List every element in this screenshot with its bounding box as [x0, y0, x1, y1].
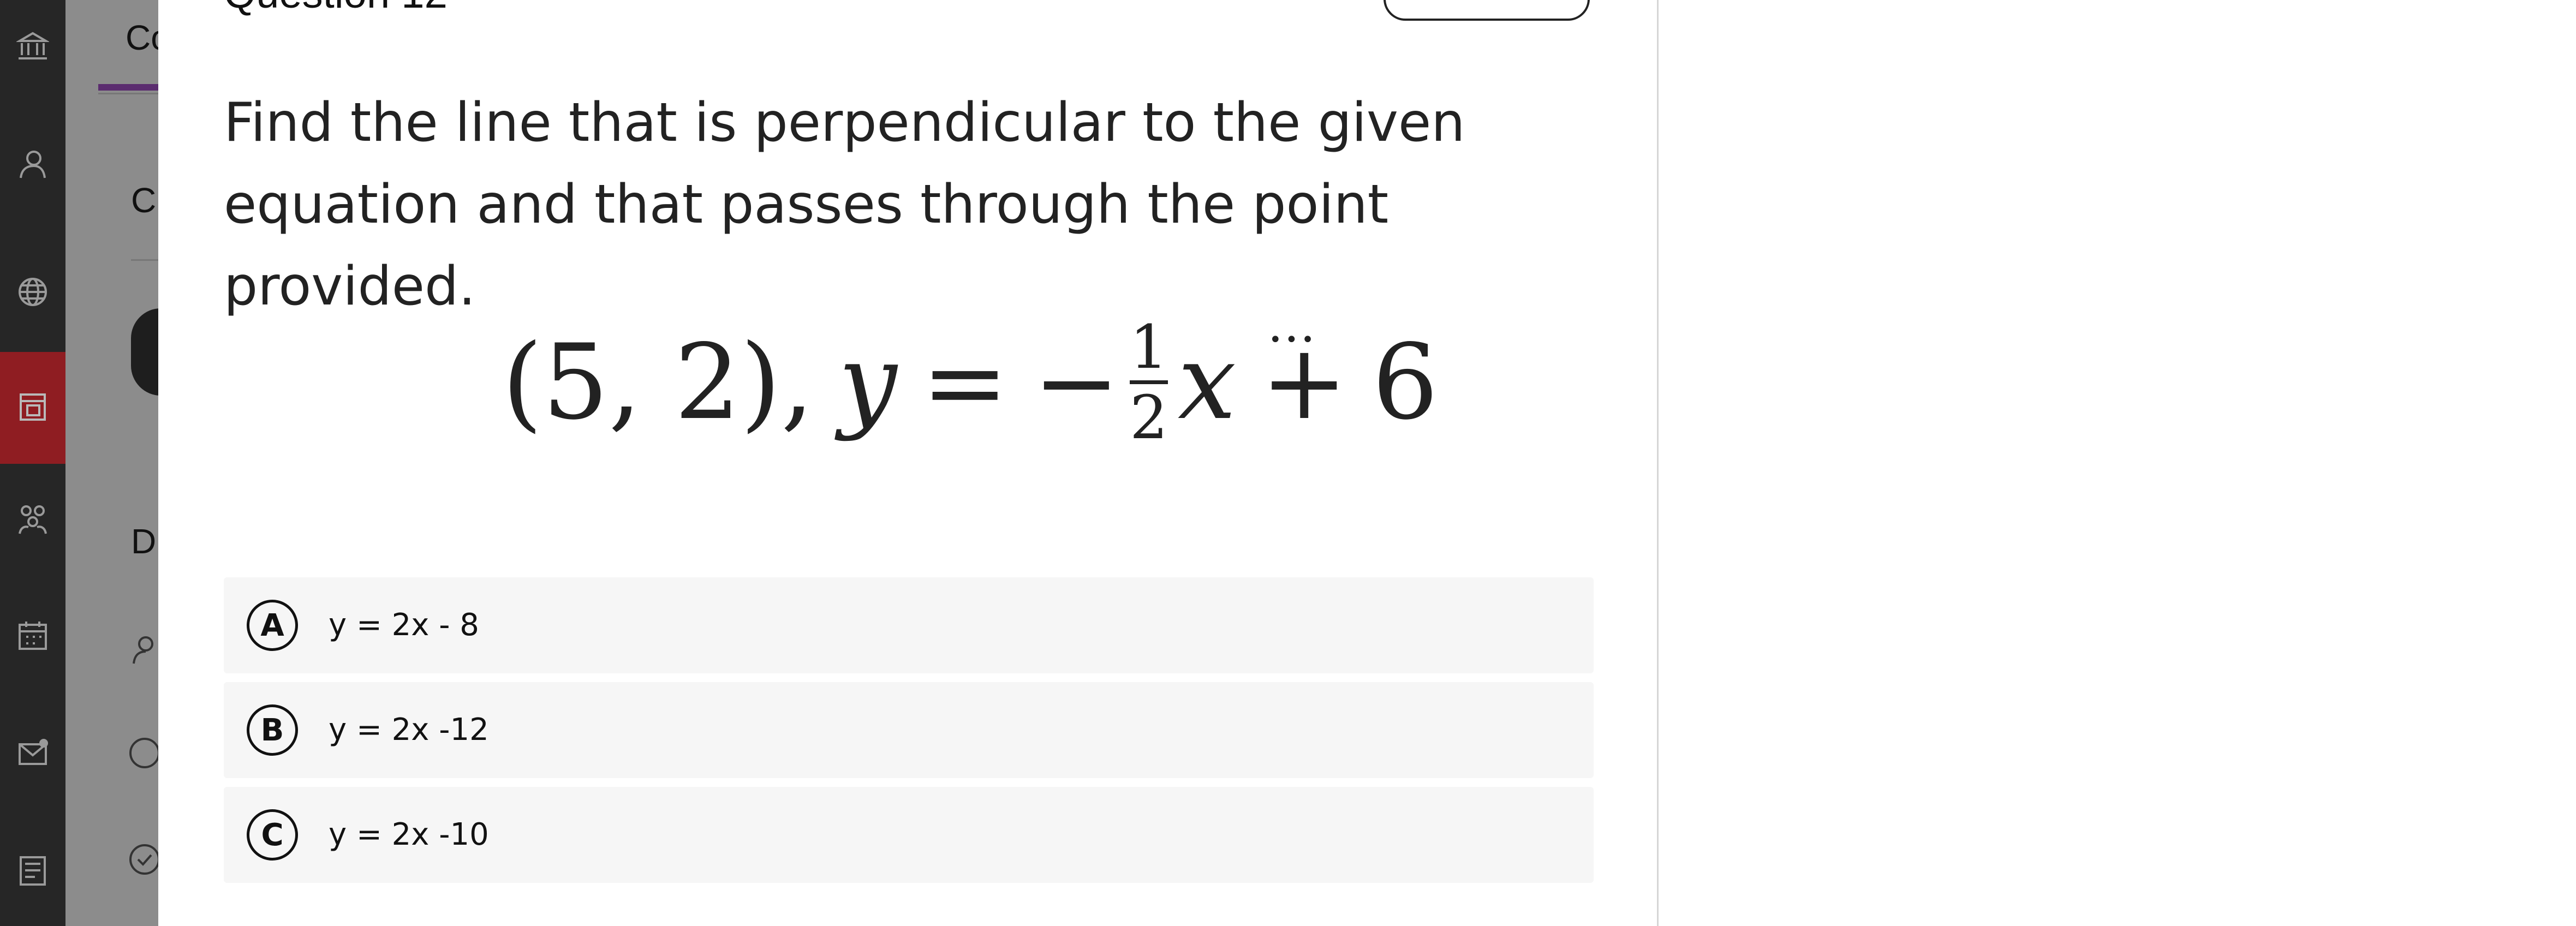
- option-text: y = 2x - 8: [329, 607, 479, 643]
- background-divider: [98, 93, 158, 94]
- option-text: y = 2x -12: [329, 712, 489, 748]
- background-divider: [131, 259, 158, 261]
- question-panel: Question 12 Find the line that is perpen…: [158, 0, 1659, 926]
- equation-point: (5, 2): [502, 321, 781, 443]
- option-letter-badge: B: [247, 704, 298, 756]
- calendar-icon[interactable]: [16, 619, 49, 652]
- equation-sign: −: [1033, 321, 1120, 443]
- equation-equals: =: [921, 321, 1009, 443]
- equation-menu-dots-icon[interactable]: •••: [1269, 327, 1317, 353]
- fraction-numerator: 1: [1129, 312, 1168, 382]
- groups-icon[interactable]: [16, 502, 49, 535]
- option-letter-badge: A: [247, 600, 298, 651]
- background-round-button: [131, 308, 158, 396]
- panel-top-button[interactable]: [1384, 0, 1590, 21]
- question-heading: Question 12: [224, 0, 448, 17]
- background-section-d: D: [131, 522, 157, 561]
- question-prompt: Find the line that is perpendicular to t…: [224, 92, 1465, 318]
- profile-icon[interactable]: [16, 147, 49, 180]
- option-text: y = 2x -10: [329, 817, 489, 852]
- equation-fraction: 1 2: [1129, 312, 1168, 452]
- option-letter-badge: C: [247, 809, 298, 861]
- info-icon: [128, 737, 158, 769]
- grades-icon[interactable]: [16, 854, 49, 887]
- messages-icon[interactable]: [16, 737, 49, 769]
- person-icon: [128, 633, 158, 666]
- background-tab-label: Co: [126, 18, 158, 57]
- left-nav-rail: [0, 0, 65, 926]
- background-tab-underline: [98, 84, 158, 91]
- answer-option-b[interactable]: B y = 2x -12: [224, 682, 1594, 778]
- institution-icon[interactable]: [16, 30, 49, 63]
- answer-options: A y = 2x - 8 B y = 2x -12 C y = 2x -10: [224, 577, 1594, 892]
- equation-constant: 6: [1372, 321, 1439, 443]
- answer-option-c[interactable]: C y = 2x -10: [224, 787, 1594, 883]
- background-page-overlay: Co C D: [65, 0, 158, 926]
- courses-icon[interactable]: [16, 390, 49, 423]
- background-section-c: C: [131, 181, 157, 220]
- answer-option-a[interactable]: A y = 2x - 8: [224, 577, 1594, 673]
- fraction-denominator: 2: [1129, 382, 1168, 452]
- equation-separator: ,: [780, 321, 814, 443]
- equation-lhs: y: [838, 321, 897, 443]
- equation-variable: x: [1177, 321, 1237, 443]
- check-circle-icon: [128, 843, 158, 876]
- globe-icon[interactable]: [16, 276, 49, 308]
